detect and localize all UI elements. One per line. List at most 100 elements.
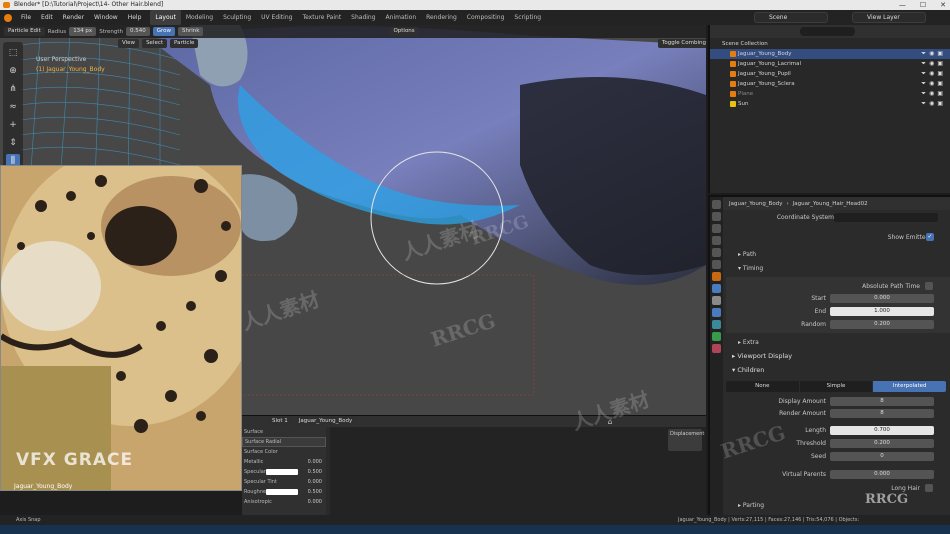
virtual-parents-field[interactable]: 0.000 — [830, 470, 934, 479]
shader-editor[interactable]: Slot 1 Jaguar_Young_Body ⌂ Surface Surfa… — [242, 415, 706, 516]
outliner-row-sun[interactable]: Sun ⏷◉▣ — [710, 99, 950, 109]
show-emitter-checkbox[interactable]: ✓ — [926, 233, 934, 241]
maximize-button[interactable]: ☐ — [920, 0, 926, 10]
random-field[interactable]: 0.200 — [830, 320, 934, 329]
material-tab-icon[interactable] — [712, 344, 721, 353]
constraint-tab-icon[interactable] — [712, 320, 721, 329]
minimize-button[interactable]: — — [899, 0, 906, 10]
tab-animation[interactable]: Animation — [381, 10, 422, 25]
material-row[interactable]: Metallic 0.000 — [242, 457, 326, 467]
child-mode-none[interactable]: None — [726, 381, 799, 392]
coord-system-field[interactable] — [834, 213, 938, 222]
properties-editor[interactable]: Jaguar_Young_Body › Jaguar_Young_Hair_He… — [708, 195, 950, 517]
grow-button[interactable]: Grow — [152, 27, 175, 36]
render-amount-field[interactable]: 8 — [830, 409, 934, 418]
tab-rendering[interactable]: Rendering — [421, 10, 462, 25]
tab-layout[interactable]: Layout — [150, 10, 181, 25]
pin-icon[interactable]: ⌂ — [608, 418, 612, 426]
start-field[interactable]: 0.000 — [830, 294, 934, 303]
close-button[interactable]: ✕ — [940, 0, 946, 10]
timing-panel[interactable]: ▾ Timing — [738, 265, 763, 272]
tool-tab-icon[interactable] — [712, 200, 721, 209]
outliner-row-lacrimal[interactable]: Jaguar_Young_Lacrimal ⏷◉▣ — [710, 59, 950, 69]
tab-shading[interactable]: Shading — [346, 10, 380, 25]
visibility-icons[interactable]: ⏷◉▣ — [921, 69, 946, 79]
particle-tab-icon[interactable] — [712, 296, 721, 305]
end-field[interactable]: 1.000 — [830, 307, 934, 316]
menu-window[interactable]: Window — [89, 10, 123, 25]
display-amount-field[interactable]: 8 — [830, 397, 934, 406]
select-tool-icon[interactable]: ⬚ — [6, 46, 20, 60]
menu-file[interactable]: File — [16, 10, 36, 25]
outliner-row-body[interactable]: Jaguar_Young_Body ⏷◉▣ — [710, 49, 950, 59]
render-tab-icon[interactable] — [712, 212, 721, 221]
radius-field[interactable]: 134 px — [69, 27, 97, 36]
physics-tab-icon[interactable] — [712, 308, 721, 317]
seed-field[interactable]: 0 — [830, 452, 934, 461]
tab-scripting[interactable]: Scripting — [509, 10, 546, 25]
outliner-row-sclera[interactable]: Jaguar_Young_Sclera ⏷◉▣ — [710, 79, 950, 89]
material-row[interactable]: Roughness 0.500 — [242, 487, 326, 497]
long-hair-checkbox[interactable] — [925, 484, 933, 492]
scene-collection-row[interactable]: Scene Collection — [710, 39, 950, 49]
menu-view[interactable]: View — [118, 39, 140, 48]
options-dropdown[interactable]: Options — [389, 27, 419, 36]
world-tab-icon[interactable] — [712, 260, 721, 269]
add-tool-icon[interactable]: + — [6, 118, 20, 132]
tab-sculpting[interactable]: Sculpting — [218, 10, 256, 25]
shrink-button[interactable]: Shrink — [178, 27, 204, 36]
material-selector[interactable]: Jaguar_Young_Body — [294, 417, 355, 426]
threshold-field[interactable]: 0.200 — [830, 439, 934, 448]
smooth-tool-icon[interactable]: ≈ — [6, 100, 20, 114]
viewport-display-panel[interactable]: ▸ Viewport Display — [732, 352, 792, 360]
menu-render[interactable]: Render — [58, 10, 89, 25]
tab-texture-paint[interactable]: Texture Paint — [297, 10, 346, 25]
cursor-tool-icon[interactable]: ⊕ — [6, 64, 20, 78]
children-panel[interactable]: ▾ Children — [732, 366, 764, 374]
node-canvas[interactable]: Displacement — [330, 427, 706, 516]
parting-panel[interactable]: ▸ Parting — [738, 502, 764, 509]
menu-particle[interactable]: Particle — [170, 39, 199, 48]
modifier-tab-icon[interactable] — [712, 284, 721, 293]
tab-compositing[interactable]: Compositing — [462, 10, 510, 25]
data-tab-icon[interactable] — [712, 332, 721, 341]
visibility-icons[interactable]: ⏷◉▣ — [921, 49, 946, 59]
outliner-row-plane[interactable]: Plane ⏷◉▣ — [710, 89, 950, 99]
scene-selector[interactable]: Scene — [754, 12, 828, 23]
menu-help[interactable]: Help — [123, 10, 147, 25]
material-row[interactable]: Surface Color — [242, 447, 326, 457]
visibility-icons[interactable]: ⏷◉▣ — [921, 89, 946, 99]
tab-uv-editing[interactable]: UV Editing — [256, 10, 297, 25]
material-row[interactable]: Anisotropic 0.000 — [242, 497, 326, 507]
blender-menu-icon[interactable] — [4, 13, 12, 22]
material-row[interactable]: Specular Tint 0.000 — [242, 477, 326, 487]
tab-modeling[interactable]: Modeling — [181, 10, 218, 25]
scene-tab-icon[interactable] — [712, 248, 721, 257]
view-layer-selector[interactable]: View Layer — [852, 12, 926, 23]
child-mode-simple[interactable]: Simple — [799, 381, 873, 392]
object-tab-icon[interactable] — [712, 272, 721, 281]
outliner-search-field[interactable] — [800, 27, 855, 36]
path-panel[interactable]: ▸ Path — [738, 251, 756, 258]
outliner[interactable]: Scene Collection Jaguar_Young_Body ⏷◉▣ J… — [708, 25, 950, 193]
child-mode-interpolated[interactable]: Interpolated — [873, 381, 947, 392]
displacement-node[interactable]: Displacement — [668, 429, 704, 451]
absolute-path-time-checkbox[interactable] — [925, 282, 933, 290]
mode-selector[interactable]: Particle Edit — [4, 27, 45, 36]
visibility-icons[interactable]: ⏷◉▣ — [921, 79, 946, 89]
length-field[interactable]: 0.700 — [830, 426, 934, 435]
view-layer-tab-icon[interactable] — [712, 236, 721, 245]
menu-edit[interactable]: Edit — [36, 10, 58, 25]
visibility-icons[interactable]: ⏷◉▣ — [921, 99, 946, 109]
extra-panel[interactable]: ▸ Extra — [738, 339, 759, 346]
slot-selector[interactable]: Slot 1 — [268, 417, 292, 426]
menu-select[interactable]: Select — [142, 39, 168, 48]
shader-selector[interactable]: Surface Radial — [242, 437, 326, 447]
outliner-row-pupil[interactable]: Jaguar_Young_Pupil ⏷◉▣ — [710, 69, 950, 79]
material-row[interactable]: Specular 0.500 — [242, 467, 326, 477]
output-tab-icon[interactable] — [712, 224, 721, 233]
comb-tool-icon[interactable]: ⋔ — [6, 82, 20, 96]
length-tool-icon[interactable]: ⇕ — [6, 136, 20, 150]
visibility-icons[interactable]: ⏷◉▣ — [921, 59, 946, 69]
strength-field[interactable]: 0.540 — [125, 27, 150, 36]
